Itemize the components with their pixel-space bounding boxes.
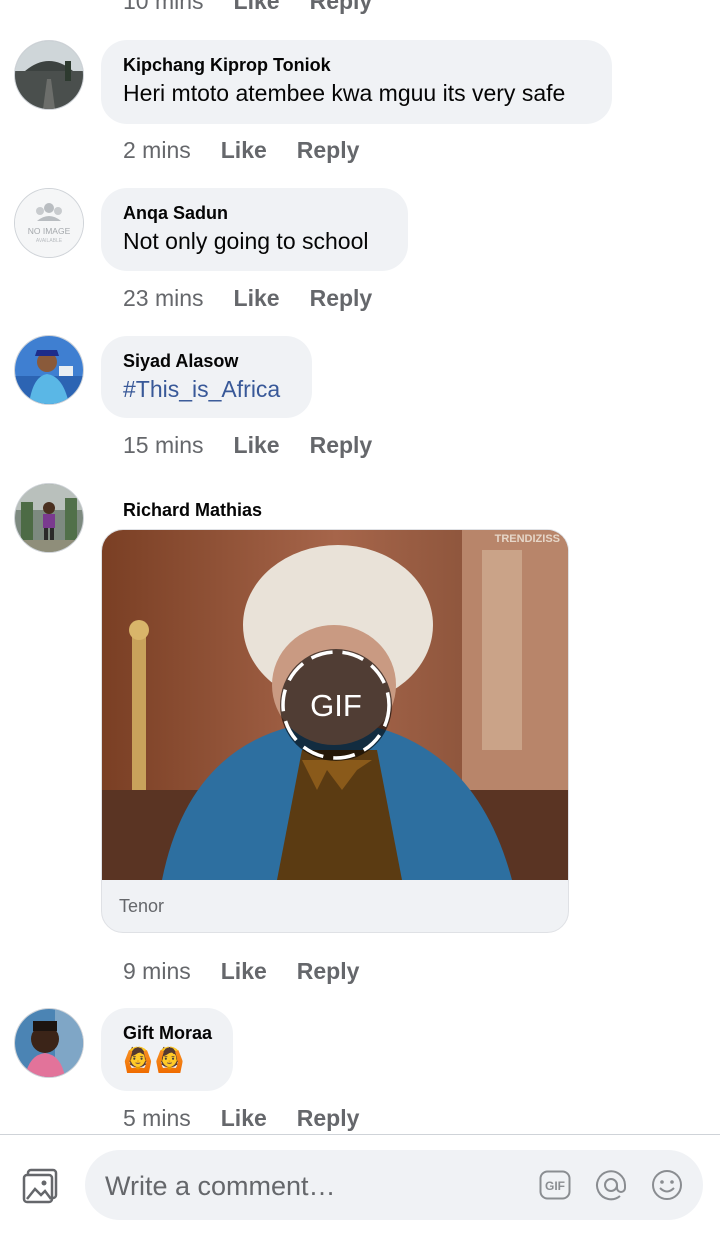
comment-emoji: 🙆🙆: [123, 1047, 187, 1074]
avatar[interactable]: NO IMAGE AVAILABLE: [15, 189, 83, 257]
no-image-sublabel: AVAILABLE: [36, 238, 63, 244]
gif-icon-label: GIF: [545, 1179, 565, 1193]
like-button[interactable]: Like: [234, 432, 280, 459]
comment-meta: 15 mins Like Reply: [123, 432, 372, 459]
comment-author[interactable]: Anqa Sadun: [123, 203, 228, 224]
avatar[interactable]: [15, 336, 83, 404]
comment-author[interactable]: Richard Mathias: [123, 500, 262, 521]
comment-author[interactable]: Siyad Alasow: [123, 351, 238, 372]
reply-button[interactable]: Reply: [297, 958, 360, 985]
comment-meta: 5 mins Like Reply: [123, 1105, 359, 1132]
comment-composer-bar: GIF: [0, 1134, 720, 1234]
avatar[interactable]: [15, 484, 83, 552]
comment-bubble[interactable]: Kipchang Kiprop Toniok Heri mtoto atembe…: [101, 40, 612, 124]
reply-button[interactable]: Reply: [297, 137, 360, 164]
comment-time: 23 mins: [123, 285, 204, 311]
like-button[interactable]: Like: [234, 285, 280, 312]
comment-time: 2 mins: [123, 137, 191, 163]
avatar[interactable]: [15, 41, 83, 109]
gif-icon[interactable]: GIF: [539, 1169, 571, 1201]
comment-time: 9 mins: [123, 958, 191, 984]
comment-text: Not only going to school: [123, 228, 369, 254]
reply-button[interactable]: Reply: [310, 432, 373, 459]
smiley-icon[interactable]: [651, 1169, 683, 1201]
like-button[interactable]: Like: [234, 0, 280, 15]
comment-bubble[interactable]: Siyad Alasow #This_is_Africa: [101, 336, 312, 418]
gif-source[interactable]: Tenor: [119, 896, 164, 917]
like-button[interactable]: Like: [221, 958, 267, 985]
at-mention-icon[interactable]: [595, 1169, 627, 1201]
comment-input[interactable]: [103, 1164, 527, 1208]
comment-author[interactable]: Gift Moraa: [123, 1023, 212, 1044]
avatar[interactable]: [15, 1009, 83, 1077]
comment-text: Heri mtoto atembee kwa mguu its very saf…: [123, 80, 566, 106]
gif-play-label[interactable]: GIF: [310, 688, 362, 723]
comment-meta: 10 mins Like Reply: [123, 0, 372, 15]
comment-time: 15 mins: [123, 432, 204, 458]
comment-author[interactable]: Kipchang Kiprop Toniok: [123, 55, 331, 76]
gif-attachment[interactable]: TRENDIZISS GIF Tenor: [101, 529, 569, 933]
hashtag-link[interactable]: #This_is_Africa: [123, 376, 280, 403]
gif-watermark: TRENDIZISS: [495, 533, 560, 545]
comment-bubble[interactable]: Gift Moraa 🙆🙆: [101, 1008, 233, 1091]
reply-button[interactable]: Reply: [310, 0, 373, 15]
reply-button[interactable]: Reply: [297, 1105, 360, 1132]
comment-time: 10 mins: [123, 0, 204, 14]
comment-meta: 2 mins Like Reply: [123, 137, 359, 164]
comment-input-wrapper: GIF: [85, 1150, 703, 1220]
reply-button[interactable]: Reply: [310, 285, 373, 312]
like-button[interactable]: Like: [221, 1105, 267, 1132]
comment-meta: 23 mins Like Reply: [123, 285, 372, 312]
no-image-label: NO IMAGE: [28, 226, 71, 236]
comment-meta: 9 mins Like Reply: [123, 958, 359, 985]
comment-time: 5 mins: [123, 1105, 191, 1131]
comments-list: 10 mins Like Reply Kipchang Kiprop Toniok …: [0, 0, 720, 1134]
photo-icon[interactable]: [22, 1168, 60, 1204]
like-button[interactable]: Like: [221, 137, 267, 164]
comment-bubble[interactable]: Anqa Sadun Not only going to school: [101, 188, 408, 271]
gif-image[interactable]: TRENDIZISS GIF: [102, 530, 568, 880]
